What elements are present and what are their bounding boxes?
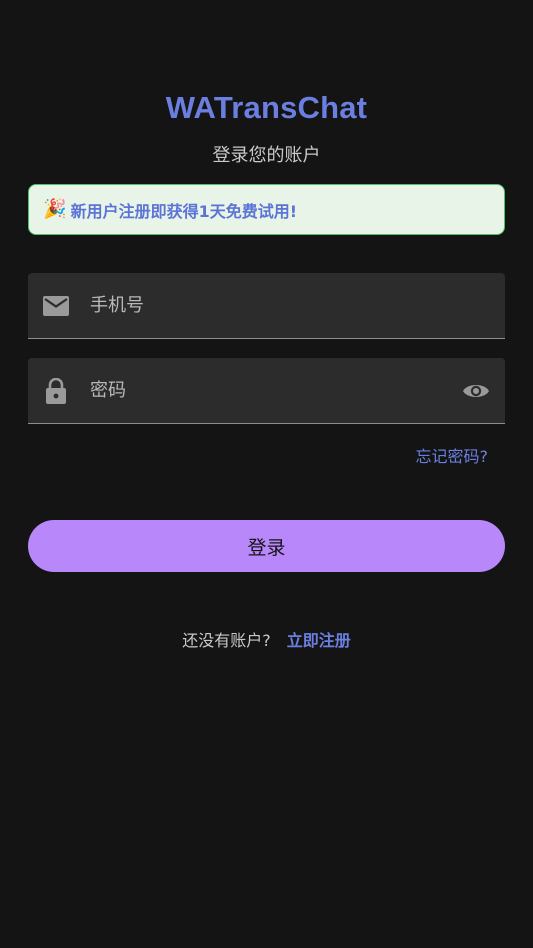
app-title: WATransChat <box>165 90 368 125</box>
register-prompt: 还没有账户? <box>182 631 271 650</box>
phone-input[interactable] <box>90 273 505 338</box>
password-field[interactable] <box>28 358 505 424</box>
forgot-password-link[interactable]: 忘记密码? <box>416 443 489 467</box>
promo-text: 新用户注册即获得1天免费试用! <box>70 201 298 221</box>
promo-banner: 🎉 新用户注册即获得1天免费试用! <box>28 184 505 235</box>
party-popper-icon: 🎉 <box>43 198 67 220</box>
page-subtitle: 登录您的账户 <box>212 145 321 166</box>
eye-icon[interactable] <box>461 376 491 406</box>
password-input[interactable] <box>90 358 461 423</box>
register-row: 还没有账户? 立即注册 <box>0 627 533 651</box>
phone-field[interactable] <box>28 273 505 339</box>
login-screen: WATransChat 登录您的账户 🎉 新用户注册即获得1天免费试用! 手机号… <box>0 0 533 948</box>
lock-icon <box>43 377 69 404</box>
email-icon <box>43 293 69 319</box>
login-button[interactable]: 登录 <box>28 520 505 572</box>
register-link[interactable]: 立即注册 <box>287 627 351 651</box>
